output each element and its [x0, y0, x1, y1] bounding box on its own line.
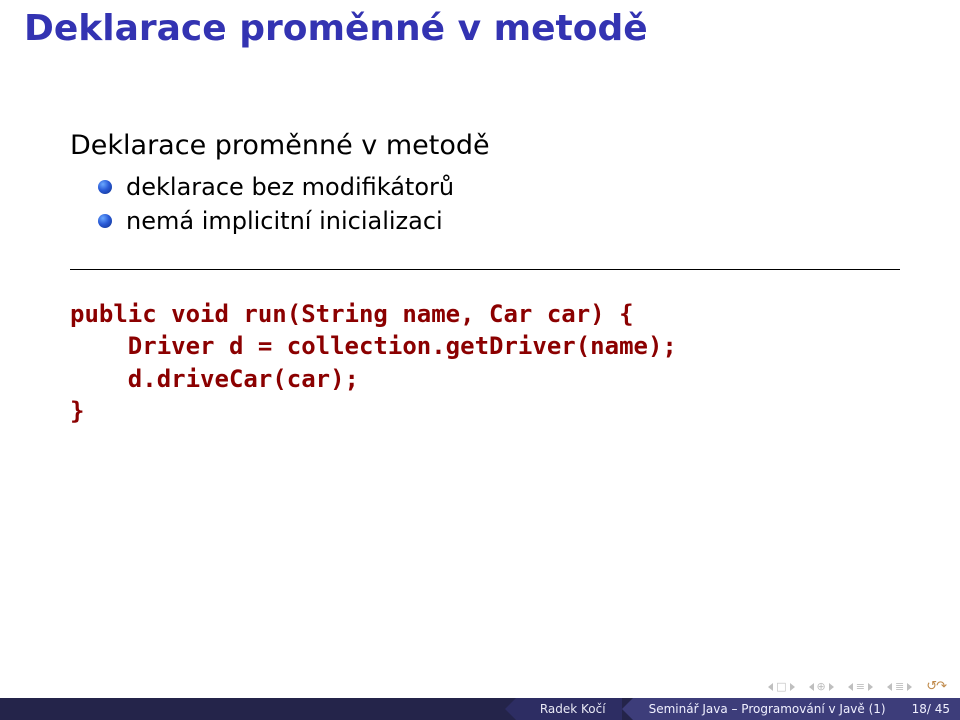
frame-nav-group: ⊕	[809, 680, 834, 693]
nav-icon-row: □ ⊕ ≡ ≣ ↺↷	[768, 679, 946, 694]
prev-slide-icon[interactable]	[768, 683, 773, 691]
subheading: Deklarace proměnné v metodě	[70, 130, 900, 161]
bullet-icon	[98, 214, 112, 228]
footer-lecture: Seminář Java – Programování v Javě (1)	[633, 698, 902, 720]
bullet-list: deklarace bez modifikátorů nemá implicit…	[98, 173, 900, 235]
prev-subsection-icon[interactable]	[887, 683, 892, 691]
footer-page: 18/ 45	[902, 698, 960, 720]
prev-section-icon[interactable]	[848, 683, 853, 691]
slide: Deklarace proměnné v metodě Deklarace pr…	[0, 0, 960, 720]
page-title: Deklarace proměnné v metodě	[24, 8, 648, 49]
next-section-icon[interactable]	[868, 683, 873, 691]
bullet-icon	[98, 180, 112, 194]
footer-bar: Radek Kočí Seminář Java – Programování v…	[0, 698, 960, 720]
bullet-text: deklarace bez modifikátorů	[126, 173, 454, 201]
next-slide-icon[interactable]	[790, 683, 795, 691]
list-item: deklarace bez modifikátorů	[98, 173, 900, 201]
code-block: public void run(String name, Car car) { …	[70, 298, 900, 428]
list-item: nemá implicitní inicializaci	[98, 207, 900, 235]
prev-frame-icon[interactable]	[809, 683, 814, 691]
subsection-nav-group: ≣	[887, 680, 912, 693]
section-lines-icon[interactable]: ≡	[854, 680, 867, 693]
slide-nav-group: □	[768, 680, 794, 693]
subsection-lines-icon[interactable]: ≣	[893, 680, 906, 693]
frame-overlay-icon[interactable]: ⊕	[815, 680, 828, 693]
footer-bevel	[622, 698, 633, 720]
footer-author: Radek Kočí	[516, 698, 622, 720]
divider	[70, 269, 900, 270]
footer-bevel	[505, 698, 516, 720]
slide-body: Deklarace proměnné v metodě deklarace be…	[70, 130, 900, 428]
next-frame-icon[interactable]	[829, 683, 834, 691]
bullet-text: nemá implicitní inicializaci	[126, 207, 443, 235]
next-subsection-icon[interactable]	[907, 683, 912, 691]
section-nav-group: ≡	[848, 680, 873, 693]
slide-box-icon[interactable]: □	[774, 680, 788, 693]
loop-icon[interactable]: ↺↷	[926, 679, 946, 694]
